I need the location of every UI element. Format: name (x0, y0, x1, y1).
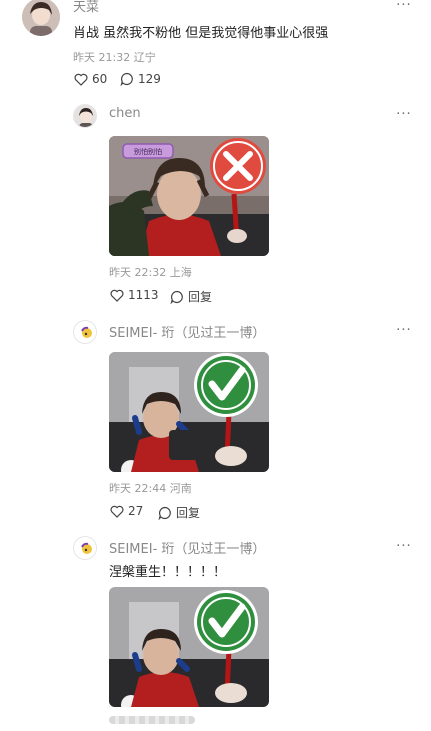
reply-label: 回复 (176, 506, 201, 520)
reply-image[interactable] (109, 587, 269, 707)
reply-button[interactable]: 回复 (158, 504, 200, 521)
reply-label: 回复 (188, 290, 213, 304)
heart-icon (110, 505, 124, 518)
reply-username[interactable]: SEIMEI- 珩（见过王一博） (109, 322, 265, 341)
comment-bubble-icon (158, 506, 171, 520)
heart-icon (110, 289, 124, 302)
reply-avatar[interactable] (73, 104, 97, 128)
like-count: 27 (128, 504, 144, 518)
reply-button[interactable]: 回复 (170, 288, 212, 305)
reply-count: 129 (138, 72, 161, 86)
heart-icon (74, 73, 88, 86)
like-button[interactable]: 27 (110, 504, 143, 518)
sticker-text: 别怕别怕 (134, 147, 162, 156)
comment-bubble-icon (170, 290, 183, 304)
reply-username[interactable]: SEIMEI- 珩（见过王一博） (109, 538, 265, 557)
more-options-icon[interactable]: ··· (392, 539, 416, 554)
reply-button[interactable]: 129 (120, 72, 161, 86)
like-button[interactable]: 60 (74, 72, 107, 86)
reply-meta: 昨天 22:32 上海 (109, 266, 192, 279)
user-avatar[interactable] (22, 0, 60, 36)
reply-image[interactable] (109, 352, 269, 472)
like-button[interactable]: 1113 (110, 288, 159, 302)
more-options-icon[interactable]: ··· (392, 323, 416, 338)
reply-avatar[interactable] (73, 536, 97, 560)
reply-username[interactable]: chen (109, 106, 141, 121)
reply-avatar[interactable] (73, 320, 97, 344)
reply-image[interactable]: 别怕别怕 (109, 136, 269, 256)
comment-meta: 昨天 21:32 辽宁 (73, 51, 156, 64)
more-options-icon[interactable]: ··· (392, 0, 416, 13)
comment-bubble-icon (120, 72, 133, 86)
blurred-meta (109, 716, 195, 724)
reply-text: 涅槃重生！！！！！ (109, 565, 227, 580)
comment-text: 肖战 虽然我不粉他 但是我觉得他事业心很强 (73, 26, 329, 41)
more-options-icon[interactable]: ··· (392, 107, 416, 122)
like-count: 1113 (128, 288, 159, 302)
comment-username[interactable]: 天菜 (73, 0, 99, 15)
reply-meta: 昨天 22:44 河南 (109, 482, 192, 495)
like-count: 60 (92, 72, 108, 86)
